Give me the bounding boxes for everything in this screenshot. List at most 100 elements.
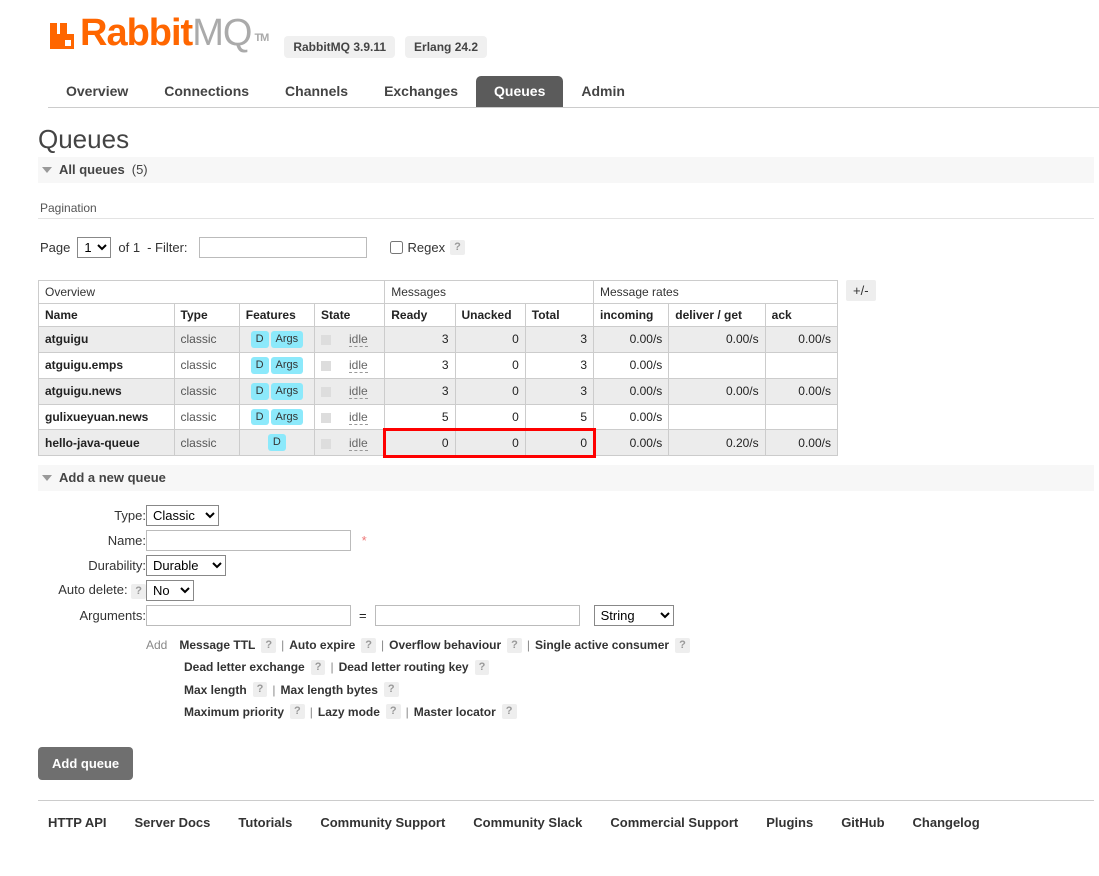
footer-link-community-support[interactable]: Community Support [320, 815, 445, 830]
footer-link-http-api[interactable]: HTTP API [48, 815, 107, 830]
queue-name-cell[interactable]: atguigu.emps [38, 351, 175, 379]
tab-channels[interactable]: Channels [267, 76, 366, 107]
form-row-auto-delete: Auto delete: ? NoYes [38, 578, 690, 603]
preset-dead-letter-exchange[interactable]: Dead letter exchange [184, 656, 305, 678]
column-header-ack[interactable]: ack [764, 303, 839, 327]
preset-help-icon[interactable]: ? [501, 704, 517, 720]
toggle-columns-button[interactable]: +/- [846, 280, 876, 301]
preset-dead-letter-routing-key[interactable]: Dead letter routing key [339, 656, 469, 678]
table-row[interactable]: gulixueyuan.news classic D Args idle 5 0 5 0.00/… [38, 403, 839, 431]
argument-type-select[interactable]: StringNumberBooleanList [593, 605, 674, 627]
tab-connections[interactable]: Connections [146, 76, 267, 107]
tab-admin[interactable]: Admin [563, 76, 643, 107]
collapse-caret-icon[interactable] [42, 166, 52, 173]
queue-state-cell: idle [314, 429, 386, 457]
queue-total-cell: 3 [524, 326, 595, 353]
table-row[interactable]: atguigu.news classic D Args idle 3 0 3 0.00/s 0.0… [38, 377, 839, 405]
column-header-incoming[interactable]: incoming [593, 303, 670, 327]
version-badges: RabbitMQ 3.9.11 Erlang 24.2 [284, 14, 488, 58]
queue-state-cell: idle [314, 403, 386, 431]
add-queue-button[interactable]: Add queue [38, 746, 134, 780]
preset-help-icon[interactable]: ? [474, 659, 490, 676]
rabbitmq-logo[interactable]: RabbitMQ TM [48, 14, 269, 52]
pagination-heading: Pagination [40, 201, 97, 215]
preset-help-icon[interactable]: ? [310, 659, 326, 676]
preset-help-icon[interactable]: ? [261, 637, 277, 653]
preset-max-length-bytes[interactable]: Max length bytes [281, 679, 378, 701]
column-header-type[interactable]: Type [173, 303, 240, 327]
table-row[interactable]: hello-java-queue classic Didle 0 0 0 0.00/s 0.2… [38, 429, 839, 457]
argument-key-input[interactable] [146, 605, 351, 627]
footer-link-tutorials[interactable]: Tutorials [238, 815, 292, 830]
argument-value-input[interactable] [374, 605, 580, 627]
queue-name-cell[interactable]: gulixueyuan.news [38, 403, 175, 431]
column-header-state[interactable]: State [314, 303, 386, 327]
all-queues-label: All queues [59, 162, 125, 177]
state-text: idle [349, 409, 368, 425]
preset-single-active-consumer[interactable]: Single active consumer [535, 634, 669, 656]
page-content: Queues All queues (5) Pagination Page 1 … [0, 124, 1099, 830]
preset-max-length[interactable]: Max length [184, 679, 247, 701]
queue-features-cell: D Args [238, 351, 316, 379]
column-header-total[interactable]: Total [524, 303, 595, 327]
queue-name-input[interactable] [146, 530, 351, 552]
queue-type-select[interactable]: ClassicQuorumStream [146, 505, 219, 527]
form-row-durability: Durability: DurableTransient [38, 553, 690, 578]
preset-overflow-behaviour[interactable]: Overflow behaviour [389, 634, 501, 656]
queue-name-cell[interactable]: atguigu [38, 326, 175, 353]
auto-delete-help-icon[interactable]: ? [131, 584, 146, 600]
table-row[interactable]: atguigu classic D Args idle 3 0 3 0.00/s 0.00/s 0.… [38, 326, 839, 353]
queue-name-cell[interactable]: hello-java-queue [38, 429, 175, 457]
arguments-add-label: Add [146, 638, 168, 653]
preset-help-icon[interactable]: ? [252, 682, 268, 698]
type-label: Type: [114, 508, 146, 524]
footer-link-server-docs[interactable]: Server Docs [135, 815, 211, 830]
footer-link-github[interactable]: GitHub [841, 815, 884, 830]
state-indicator-icon [321, 386, 332, 397]
preset-help-icon[interactable]: ? [290, 704, 305, 720]
add-queue-collapse-caret-icon[interactable] [42, 474, 52, 481]
durability-select[interactable]: DurableTransient [146, 555, 226, 577]
tab-overview[interactable]: Overview [48, 76, 146, 107]
regex-checkbox[interactable] [389, 241, 403, 254]
preset-help-icon[interactable]: ? [675, 637, 690, 653]
footer-link-changelog[interactable]: Changelog [913, 815, 980, 830]
tab-exchanges[interactable]: Exchanges [366, 76, 476, 107]
regex-label: Regex [407, 240, 446, 255]
queue-ready-cell: 3 [384, 377, 456, 405]
auto-delete-select[interactable]: NoYes [146, 580, 194, 602]
footer-link-commercial-support[interactable]: Commercial Support [610, 815, 738, 830]
preset-help-icon[interactable]: ? [361, 637, 376, 653]
preset-help-icon[interactable]: ? [507, 637, 522, 653]
queue-deliver-get-rate-cell: 0.20/s [668, 429, 766, 457]
column-header-unacked[interactable]: Unacked [454, 303, 526, 327]
logo-trademark: TM [254, 32, 269, 44]
regex-help-icon[interactable]: ? [450, 239, 465, 256]
column-header-deliver-get[interactable]: deliver / get [668, 303, 766, 327]
all-queues-section-header[interactable]: All queues (5) [38, 157, 1094, 183]
preset-master-locator[interactable]: Master locator [414, 701, 496, 723]
preset-maximum-priority[interactable]: Maximum priority [184, 701, 284, 723]
preset-lazy-mode[interactable]: Lazy mode [318, 701, 380, 723]
group-header-messages: Messages [384, 280, 595, 304]
add-queue-section-header[interactable]: Add a new queue [38, 465, 1094, 492]
column-header-name[interactable]: Name [38, 303, 175, 327]
tab-queues[interactable]: Queues [476, 76, 564, 107]
preset-help-icon[interactable]: ? [385, 704, 401, 720]
footer-link-community-slack[interactable]: Community Slack [473, 815, 582, 830]
queue-features-cell: D Args [238, 403, 316, 431]
arguments-badge: Args [270, 356, 304, 374]
preset-separator: | [381, 638, 385, 653]
page-select[interactable]: 1 [77, 237, 112, 258]
column-header-ready[interactable]: Ready [384, 303, 456, 327]
queue-total-cell: 5 [524, 403, 595, 431]
preset-message-ttl[interactable]: Message TTL [179, 634, 255, 656]
preset-auto-expire[interactable]: Auto expire [289, 634, 355, 656]
form-row-presets: Add Message TTL? | Auto expire? | Overflow be… [38, 628, 690, 725]
filter-input[interactable] [198, 237, 367, 258]
queue-total-cell: 3 [524, 351, 595, 379]
footer-link-plugins[interactable]: Plugins [766, 815, 813, 830]
queue-name-cell[interactable]: atguigu.news [38, 377, 175, 405]
table-row[interactable]: atguigu.emps classic D Args idle 3 0 3 0.00/s [38, 351, 839, 379]
preset-help-icon[interactable]: ? [383, 682, 399, 698]
